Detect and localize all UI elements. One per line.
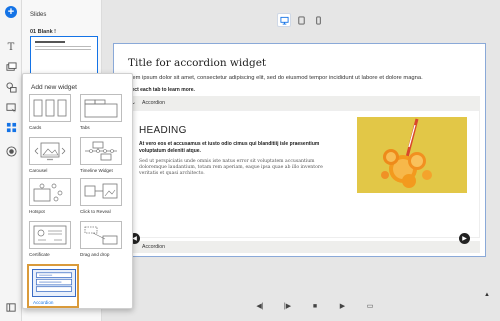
orange-slices-illustration: [357, 117, 467, 193]
mobile-icon: [315, 15, 321, 25]
thumb-text-line: [35, 49, 91, 50]
accordion-panel: HEADING At vero eos et accusamus et iust…: [124, 110, 480, 238]
record-tool-button[interactable]: [4, 144, 18, 158]
stop-button[interactable]: ■: [310, 301, 320, 311]
rewind-icon: ◀|: [256, 303, 264, 310]
add-widget-popup: Add new widget Cards Tabs Carousel Timel…: [22, 73, 133, 309]
slide-instruction[interactable]: Select each tab to learn more.: [124, 87, 195, 93]
accordion-icon: [32, 269, 76, 297]
collapse-panel-button[interactable]: ▲: [482, 290, 492, 300]
click-to-reveal-icon: [84, 183, 118, 199]
tabs-icon: [84, 99, 118, 118]
panel-heading[interactable]: HEADING: [139, 125, 187, 136]
next-slide-button[interactable]: ▶: [459, 233, 470, 244]
captions-icon: ▭: [366, 303, 374, 310]
widgets-tool-button[interactable]: [4, 120, 18, 134]
widget-certificate[interactable]: Certificate: [29, 221, 71, 257]
slides-icon: [5, 302, 16, 312]
desktop-icon: [279, 16, 289, 25]
thumb-title-line: [35, 41, 65, 43]
tablet-icon: [297, 15, 305, 25]
widget-timeline[interactable]: Timeline Widget: [80, 137, 122, 173]
chevron-up-icon: ▲: [484, 292, 490, 298]
widget-label: Drag and drop: [80, 252, 110, 257]
slide-body-text[interactable]: Lorem ipsum dolor sit amet, consectetur …: [124, 75, 423, 81]
captions-button[interactable]: ▭: [365, 301, 375, 311]
widget-label: Cards: [29, 125, 42, 130]
widget-hotspot[interactable]: Hotspot: [29, 178, 71, 214]
slides-toggle-button[interactable]: [4, 300, 18, 314]
interactions-tool-button[interactable]: [4, 101, 18, 115]
shapes-tool-button[interactable]: [4, 80, 18, 94]
widget-cards[interactable]: Cards: [29, 94, 71, 130]
click-to-reveal-thumbnail: [80, 178, 122, 206]
plus-circle-icon: +: [5, 6, 17, 18]
carousel-thumbnail: [29, 137, 71, 165]
carousel-icon: [34, 142, 66, 161]
rewind-button[interactable]: ◀|: [255, 301, 265, 311]
record-icon: [5, 145, 17, 157]
text-icon: T: [7, 41, 15, 53]
play-icon: ▶: [339, 303, 346, 310]
tabs-thumbnail: [80, 94, 122, 122]
orange-juice-image[interactable]: [357, 117, 467, 193]
widget-accordion[interactable]: Accordion: [27, 264, 79, 308]
text-tool-button[interactable]: T: [4, 40, 18, 54]
interactions-icon: [5, 102, 16, 113]
panel-small-text[interactable]: Sed ut perspiciatis unde omnis iste natu…: [139, 159, 329, 177]
widgets-icon: [6, 122, 16, 132]
widget-label: Hotspot: [29, 209, 45, 214]
thumb-text-line: [35, 46, 91, 47]
widget-drag-and-drop[interactable]: Drag and drop: [80, 221, 122, 257]
step-forward-button[interactable]: |▶: [283, 301, 293, 311]
tool-rail: + T: [0, 0, 22, 321]
shapes-icon: [5, 81, 17, 93]
widget-label: Tabs: [80, 125, 90, 130]
drag-and-drop-thumbnail: [80, 221, 122, 249]
slide-thumbnail[interactable]: [30, 36, 98, 76]
accordion-icon-graphic: [35, 272, 73, 292]
accordion-thumbnail-selected: Accordion: [27, 264, 79, 308]
timeline-thumbnail: [80, 137, 122, 165]
drag-and-drop-icon: [84, 226, 118, 245]
slide-canvas[interactable]: Title for accordion widget Lorem ipsum d…: [113, 43, 486, 257]
widget-label: Carousel: [29, 168, 48, 173]
desktop-view-button[interactable]: [277, 13, 291, 27]
widget-click-to-reveal[interactable]: Click to Reveal: [80, 178, 122, 214]
accordion-label: Accordion: [142, 244, 166, 250]
playback-bar: ◀| |▶ ■ ▶ ▭: [255, 300, 375, 312]
certificate-thumbnail: [29, 221, 71, 249]
slide-label: 01 Blank !: [30, 29, 56, 35]
accordion-header-1[interactable]: ⌄ Accordion: [124, 96, 480, 110]
device-toggle-bar: [277, 12, 325, 28]
arrow-right-icon: ▶: [462, 236, 467, 242]
widget-label: Click to Reveal: [80, 209, 111, 214]
cards-icon: [33, 99, 67, 117]
timeline-icon: [85, 141, 117, 161]
stop-icon: ■: [312, 302, 318, 310]
tablet-view-button[interactable]: [294, 13, 308, 27]
certificate-icon: [33, 225, 67, 245]
hotspot-icon: [33, 183, 63, 202]
widget-label: Accordion: [33, 300, 54, 305]
step-forward-icon: |▶: [283, 303, 292, 310]
accordion-label: Accordion: [142, 100, 166, 106]
hotspot-thumbnail: [29, 178, 71, 206]
panel-bold-text[interactable]: At vero eos et accusamus et iusto odio c…: [139, 141, 339, 154]
mobile-view-button[interactable]: [311, 13, 325, 27]
widget-carousel[interactable]: Carousel: [29, 137, 71, 173]
media-tool-button[interactable]: [4, 60, 18, 74]
slides-panel-title: Slides: [30, 12, 47, 18]
widget-label: Certificate: [29, 252, 50, 257]
widget-tabs[interactable]: Tabs: [80, 94, 122, 130]
accordion-header-2[interactable]: › Accordion: [124, 241, 480, 253]
slide-title[interactable]: Title for accordion widget: [128, 57, 266, 69]
media-icon: [5, 61, 17, 71]
widget-label: Timeline Widget: [80, 168, 113, 173]
add-button[interactable]: +: [4, 5, 18, 19]
popup-title: Add new widget: [31, 84, 77, 91]
play-button[interactable]: ▶: [338, 301, 348, 311]
cards-thumbnail: [29, 94, 71, 122]
